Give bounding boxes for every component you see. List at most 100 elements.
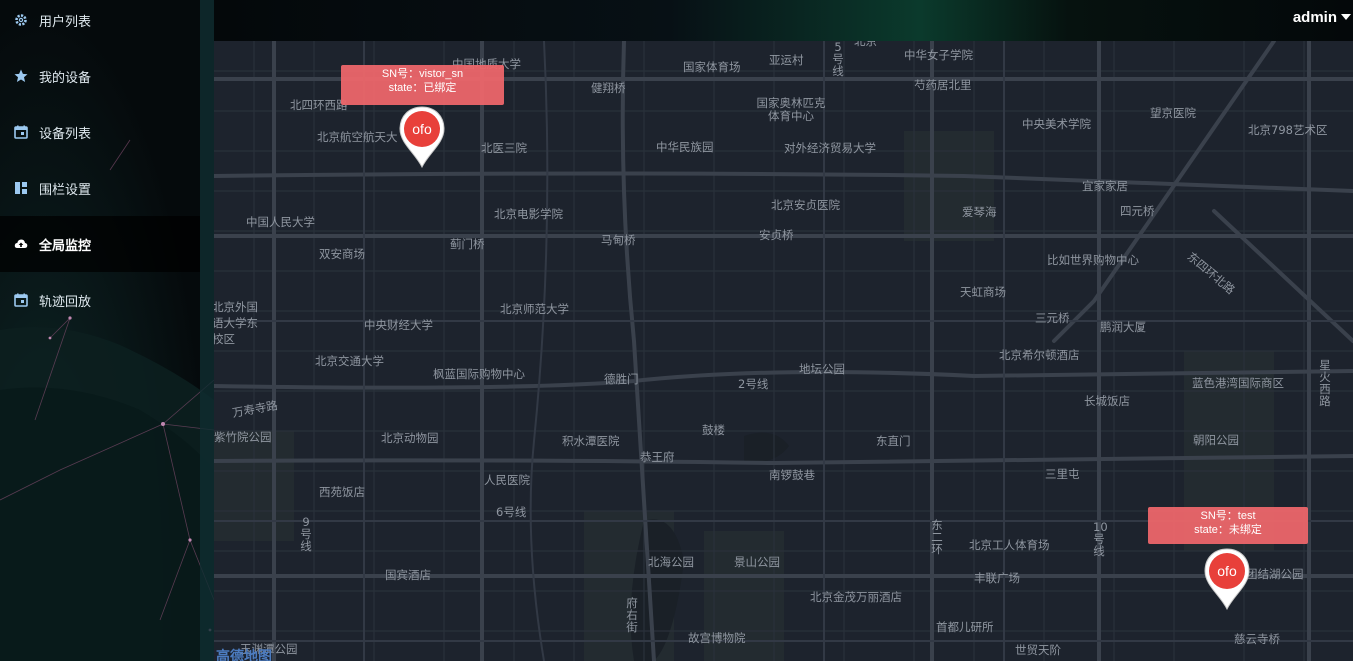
map-view[interactable]: 中国地质大学 北四环西路 北京航空航天大 北医三院 健翔桥 国家体育场 亚运村 …: [214, 41, 1353, 661]
sidebar-item-label: 围栏设置: [39, 181, 92, 197]
sidebar-item-my-devices[interactable]: 我的设备: [0, 48, 200, 104]
marker-sn: SN号：test: [1200, 510, 1256, 522]
map-label: 国家体育场: [683, 60, 741, 74]
map-label: 健翔桥: [591, 81, 626, 95]
map-label: 枫蓝国际购物中心: [433, 367, 525, 381]
ofo-logo: ofo: [412, 121, 432, 137]
map-label: 首都儿研所: [936, 620, 994, 634]
map-label: 北京电影学院: [494, 207, 563, 221]
sidebar-menu: 用户列表 我的设备 设备列表 围栏设置 全局监控 轨迹回放: [0, 0, 200, 328]
top-bar: admin: [214, 0, 1353, 41]
map-label: 北京798艺术区: [1248, 123, 1328, 137]
map-label: 国宾酒店: [385, 568, 431, 582]
map-label: 蓝色港湾国际商区: [1192, 376, 1284, 390]
marker-tooltip: SN号：vistor_sn state：已绑定: [341, 65, 504, 105]
map-label: 中国人民大学: [246, 215, 315, 229]
map-label: 北京安贞医院: [771, 198, 840, 212]
map-label: 地坛公园: [799, 362, 845, 376]
map-label: 北京师范大学: [500, 302, 569, 316]
map-label: 比如世界购物中心: [1047, 253, 1139, 267]
map-label: 南锣鼓巷: [769, 468, 815, 482]
sidebar-item-track-playback[interactable]: 轨迹回放: [0, 272, 200, 328]
sidebar: 用户列表 我的设备 设备列表 围栏设置 全局监控 轨迹回放: [0, 0, 214, 661]
map-label: 恭王府: [640, 450, 675, 464]
map-label: 望京医院: [1150, 106, 1196, 120]
username: admin: [1292, 8, 1337, 26]
map-label: 北四环西路: [290, 98, 348, 112]
map-label: 人民医院: [484, 473, 530, 487]
map-label: 三元桥: [1035, 311, 1070, 325]
map-label: 慈云寺桥: [1234, 632, 1280, 646]
star-icon: [14, 69, 28, 83]
map-label: 爱琴海: [962, 205, 997, 219]
map-label: 2号线: [738, 377, 769, 391]
map-label: 三里屯: [1045, 467, 1080, 481]
map-label: 德胜门: [604, 372, 639, 386]
map-label: 中央美术学院: [1022, 117, 1091, 131]
caret-down-icon: [1341, 14, 1351, 20]
map-label: 紫竹院公园: [214, 430, 272, 444]
map-label: 丰联广场: [974, 571, 1020, 585]
map-label: 四元桥: [1120, 204, 1155, 218]
map-label: 星火西路: [1319, 358, 1331, 408]
map-label: 对外经济贸易大学: [784, 141, 876, 155]
marker-sn: SN号：vistor_sn: [381, 68, 464, 80]
sidebar-item-label: 用户列表: [39, 13, 92, 29]
map-label: 双安商场: [319, 247, 365, 261]
map-label: 积水潭医院: [562, 434, 620, 448]
map-label: 东直门: [876, 434, 911, 448]
marker-state: state：未绑定: [1194, 524, 1262, 536]
map-label: 芍药居北里: [914, 78, 972, 92]
map-provider-logo: 高德地图: [216, 649, 272, 661]
map-label: 鹏润大厦: [1100, 320, 1146, 334]
bike-marker[interactable]: ofo: [1202, 547, 1252, 611]
user-menu[interactable]: admin: [1293, 0, 1353, 34]
map-label: 国家奥林匹克体育中心: [756, 96, 826, 123]
calendar-icon: [14, 293, 28, 307]
sidebar-item-device-list[interactable]: 设备列表: [0, 104, 200, 160]
map-label: 天虹商场: [960, 285, 1006, 299]
map-label: 北京航空航天大: [317, 130, 398, 144]
map-label: 5号线: [832, 41, 844, 78]
map-label: 景山公园: [734, 555, 780, 569]
map-label: 西苑饭店: [319, 485, 365, 499]
sidebar-item-global-monitor[interactable]: 全局监控: [0, 216, 200, 272]
calendar-icon: [14, 125, 28, 139]
map-label: 东二环: [931, 518, 943, 556]
map-label: 朝阳公园: [1193, 433, 1239, 447]
sidebar-item-user-list[interactable]: 用户列表: [0, 0, 200, 48]
sidebar-item-label: 轨迹回放: [39, 293, 92, 309]
sidebar-item-label: 我的设备: [39, 69, 92, 85]
grid-icon: [14, 181, 28, 195]
gear-icon: [14, 13, 28, 27]
map-label: 北京工人体育场: [969, 538, 1050, 552]
map-label: 世贸天阶: [1015, 643, 1061, 657]
map-label: 马甸桥: [601, 233, 636, 247]
map-label: 6号线: [496, 505, 527, 519]
map-label: 中华民族园: [656, 140, 714, 154]
marker-state: state：已绑定: [388, 82, 457, 94]
map-label: 北医三院: [481, 141, 527, 155]
map-label: 亚运村: [769, 53, 804, 67]
marker-tooltip: SN号：test state：未绑定: [1148, 507, 1308, 544]
bike-marker[interactable]: ofo: [397, 105, 447, 169]
map-label: 9号线: [300, 515, 312, 553]
ofo-logo: ofo: [1217, 563, 1237, 579]
map-label: 团结湖公园: [1246, 567, 1304, 581]
map-label: 北京: [854, 41, 877, 48]
map-label: 北京金茂万丽酒店: [810, 590, 902, 604]
map-label: 10号线: [1093, 520, 1108, 558]
map-label: 北京交通大学: [315, 354, 384, 368]
map-label: 中华女子学院: [904, 48, 973, 62]
map-label: 蓟门桥: [450, 237, 485, 251]
map-label: 北京动物园: [381, 431, 439, 445]
map-label: 中央财经大学: [364, 318, 433, 332]
sidebar-item-label: 全局监控: [39, 237, 92, 253]
map-label: 故宫博物院: [688, 631, 746, 645]
map-label: 北京希尔顿酒店: [999, 348, 1080, 362]
map-label: 鼓楼: [702, 423, 725, 437]
sidebar-item-label: 设备列表: [39, 125, 92, 141]
map-label: 北京外国语大学东校区: [214, 300, 258, 346]
map-label: 北海公园: [648, 555, 694, 569]
sidebar-item-fence-settings[interactable]: 围栏设置: [0, 160, 200, 216]
